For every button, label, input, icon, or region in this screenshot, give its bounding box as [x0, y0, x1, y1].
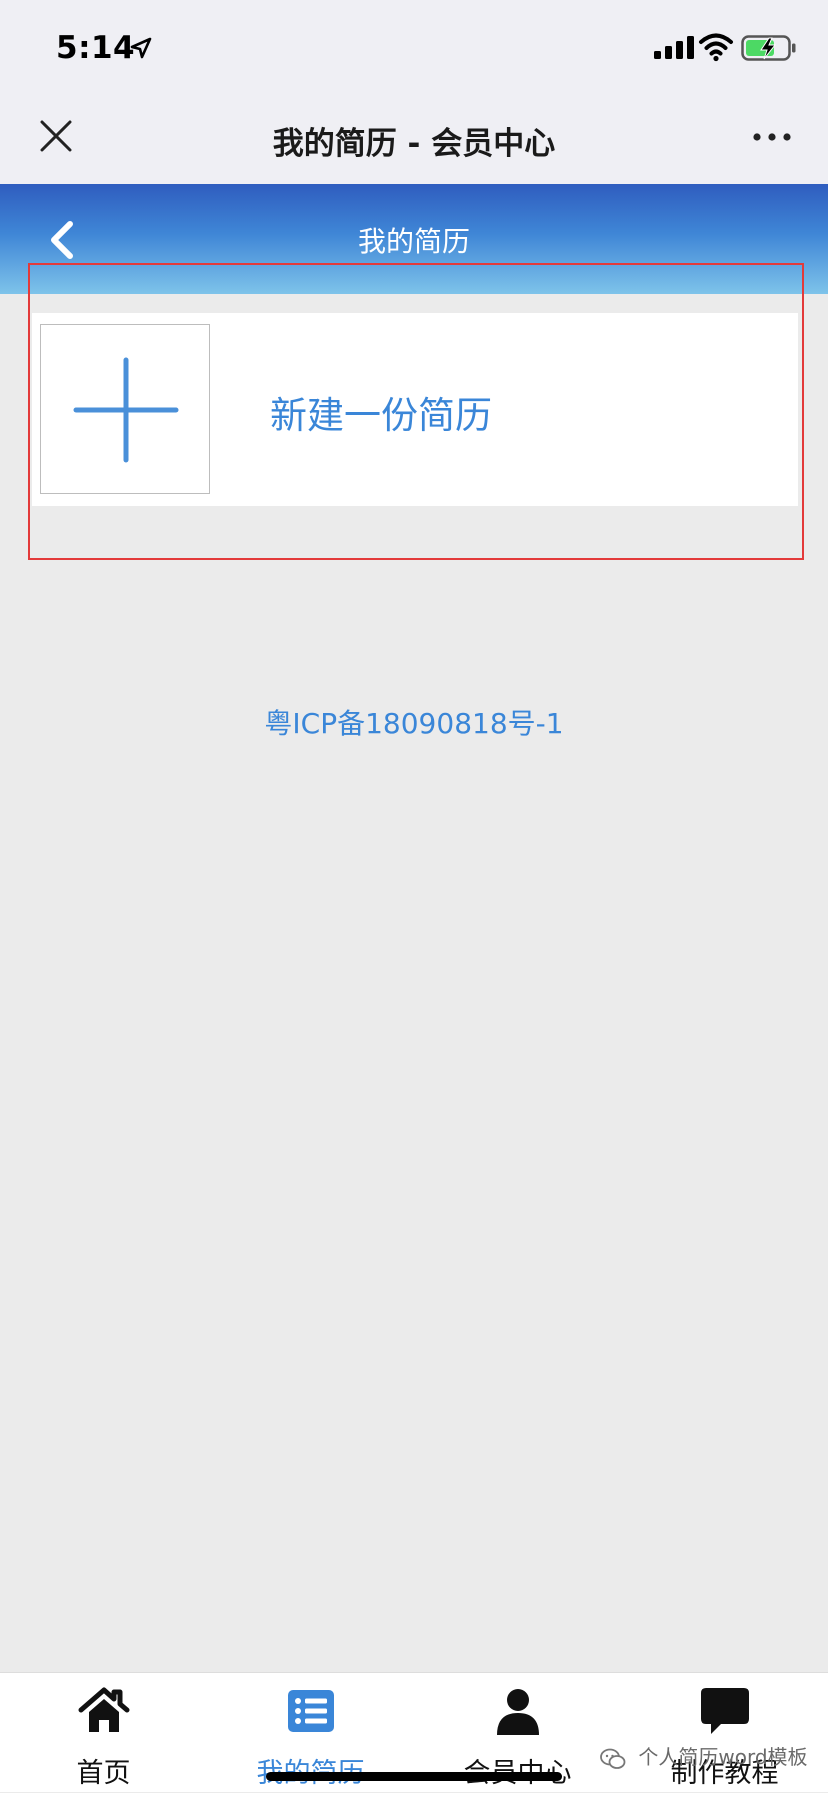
chat-bubble-icon — [701, 1688, 749, 1734]
list-icon — [288, 1690, 334, 1732]
close-icon[interactable] — [38, 118, 74, 154]
wifi-icon — [699, 33, 733, 62]
wechat-page-title: 我的简历 - 会员中心 — [272, 126, 556, 162]
page-header: 我的简历 — [0, 184, 828, 294]
new-resume-label[interactable]: 新建一份简历 — [270, 385, 492, 439]
battery-charging-icon — [741, 35, 796, 61]
home-indicator[interactable] — [266, 1772, 562, 1781]
status-bar: 5:14 — [0, 0, 828, 92]
new-resume-card[interactable]: 新建一份简历 — [32, 313, 798, 506]
back-button[interactable] — [44, 218, 80, 262]
status-time: 5:14 — [56, 30, 136, 66]
tab-home[interactable]: 首页 — [0, 1673, 207, 1793]
tab-tutorial[interactable]: 制作教程 — [621, 1673, 828, 1793]
tab-label-member-center: 会员中心 — [414, 1751, 621, 1790]
cellular-signal-icon — [654, 36, 694, 59]
icp-link[interactable]: 粤ICP备18090818号-1 — [0, 702, 828, 742]
location-arrow-icon — [130, 37, 152, 59]
tab-label-tutorial: 制作教程 — [670, 1758, 779, 1789]
page-title: 我的简历 — [357, 225, 470, 258]
tab-label-home: 首页 — [76, 1758, 131, 1789]
wechat-title-bar: 我的简历 - 会员中心 — [0, 92, 828, 184]
plus-tile[interactable] — [40, 324, 210, 494]
plus-icon — [73, 357, 179, 463]
chevron-left-icon — [51, 221, 73, 259]
home-icon — [78, 1687, 130, 1732]
user-icon — [497, 1689, 539, 1735]
tab-label-my-resume: 我的简历 — [207, 1751, 414, 1790]
more-icon[interactable] — [752, 130, 792, 144]
